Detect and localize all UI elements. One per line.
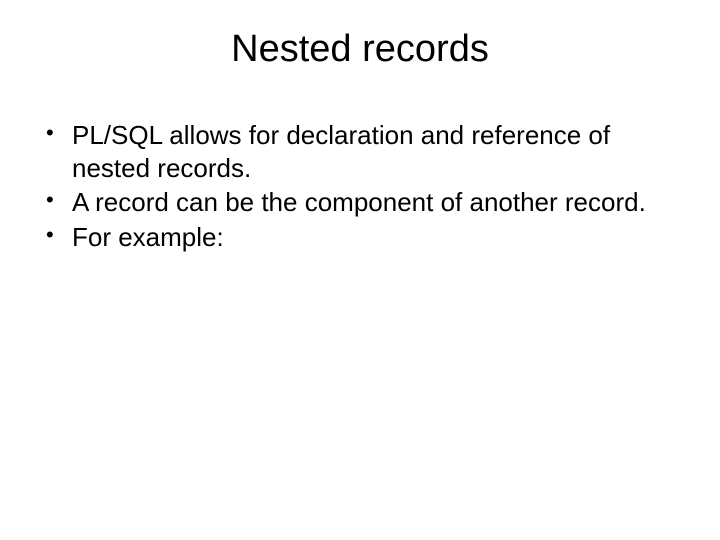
bullet-list: PL/SQL allows for declaration and refere… bbox=[40, 119, 680, 253]
list-item: For example: bbox=[44, 221, 680, 254]
slide: Nested records PL/SQL allows for declara… bbox=[0, 0, 720, 540]
list-item: PL/SQL allows for declaration and refere… bbox=[44, 119, 680, 184]
slide-title: Nested records bbox=[40, 28, 680, 71]
list-item: A record can be the component of another… bbox=[44, 186, 680, 219]
